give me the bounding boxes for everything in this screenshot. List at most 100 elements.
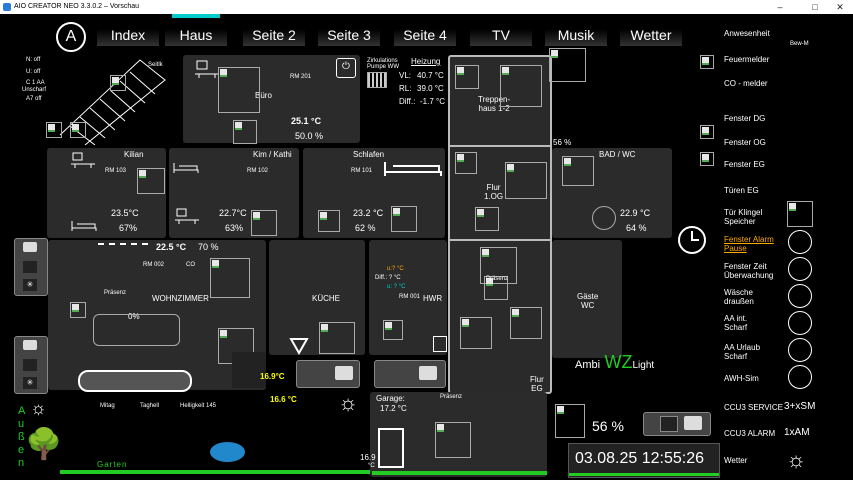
tab-wetter[interactable]: Wetter	[620, 18, 682, 46]
tab-seite-3[interactable]: Seite 3	[318, 18, 380, 46]
radiator-icon	[367, 72, 387, 88]
rl-value: 39.0 °C	[417, 84, 444, 93]
bad-temp: 22.9 °C	[620, 208, 651, 218]
sensor-a7: A7 off	[26, 96, 42, 102]
room-kim-kathi[interactable]: Kim / Kathi RM 102 22.7°C 63%	[169, 148, 299, 238]
ambi-wz: WZ	[604, 352, 633, 372]
kilian-name: Kilian	[124, 150, 144, 159]
heating-panel: Zirkulations Pumpe WW Heizung VL: 40.7 °…	[365, 55, 447, 145]
awh-sim-label: AWH-Sim	[724, 374, 759, 383]
garage-panel[interactable]: Garage: 17.2 °C Präsenz	[370, 392, 547, 477]
tab-musik[interactable]: Musik	[545, 18, 607, 46]
sensor-unscharf: Unscharf	[22, 87, 47, 93]
desk-icon	[195, 60, 219, 78]
kilian-hum: 67%	[119, 223, 138, 233]
sun-icon: ☼	[30, 398, 47, 418]
zeit-toggle[interactable]	[788, 257, 812, 281]
app-icon	[3, 3, 11, 11]
auto-mode-icon[interactable]: A	[56, 22, 86, 52]
door-icon	[378, 428, 404, 468]
schlafen-hum: 62 %	[355, 223, 376, 233]
taghell-label: Taghell	[140, 403, 160, 409]
maximize-button[interactable]: □	[805, 0, 825, 14]
pond-icon	[210, 442, 245, 462]
shutter-widget-lower[interactable]: ✳	[14, 336, 48, 394]
garage-t3: 16.9	[360, 453, 376, 462]
alarm-toggle[interactable]	[788, 230, 812, 254]
tab-haus[interactable]: Haus	[165, 18, 227, 46]
waesche-toggle[interactable]	[788, 284, 812, 308]
buero-hum: 50.0 %	[295, 131, 324, 141]
rl-label: RL:	[399, 84, 412, 93]
close-button[interactable]: ✕	[830, 0, 850, 14]
triangle-down-icon[interactable]	[289, 337, 309, 355]
room-kilian[interactable]: Kilian RM 103 23.5°C 67%	[47, 148, 166, 238]
power-icon[interactable]: ⏻	[336, 58, 356, 78]
percent-56-top: 56 %	[553, 138, 572, 147]
room-kueche[interactable]: KÜCHE	[269, 240, 365, 355]
tab-index[interactable]: Index	[97, 18, 159, 46]
aa-urlaub-toggle[interactable]	[788, 338, 812, 362]
table-icon	[78, 370, 192, 392]
mitag-label: Mitag	[100, 403, 115, 409]
ambi-light[interactable]: Ambi WZLight	[575, 352, 654, 374]
room-bad-wc[interactable]: BAD / WC 22.9 °C 64 %	[552, 148, 672, 238]
wohn-hum: 70 %	[198, 242, 219, 252]
ccu3-alarm-label: CCU3 ALARM	[724, 429, 776, 438]
flurEG-name: Flur EG	[530, 375, 544, 393]
sensor-u: U: off	[26, 69, 41, 75]
garage-temp: 17.2 °C	[380, 404, 407, 413]
stairs-label: Seitlk	[148, 62, 163, 68]
minimize-button[interactable]: –	[770, 0, 790, 14]
room-buero[interactable]: RM 201 Büro 25.1 °C 50.0 % ⏻	[183, 55, 360, 144]
tree-icon: 🌳	[25, 428, 63, 461]
kim-hum: 63%	[225, 223, 244, 233]
aa-urlaub-label: AA Urlaub Scharf	[724, 343, 761, 361]
garage-bar	[372, 471, 547, 475]
room-hwr[interactable]: u:? °C Diff.: ? °C u: ? °C RM 001 HWR	[369, 240, 447, 355]
bew-label: Bew-M	[790, 41, 809, 47]
fenster-dg-label: Fenster DG	[724, 114, 766, 123]
awh-toggle[interactable]	[788, 365, 812, 389]
fenster-og-label: Fenster OG	[724, 138, 766, 147]
shutter-widget-upper[interactable]: ✳	[14, 238, 48, 296]
helligkeit-label: Helligkeit 145	[180, 403, 217, 409]
bottom-shutter[interactable]	[643, 412, 711, 436]
fenster-eg-label: Fenster EG	[724, 160, 765, 169]
aa-int-label: AA int. Scharf	[724, 314, 748, 332]
fenster-alarm-link[interactable]: Fenster Alarm Pause	[724, 235, 774, 253]
clock-icon[interactable]	[676, 225, 708, 255]
stairwell-panel[interactable]: Treppen- haus 1-2 Flur 1.OG Flur EG	[448, 55, 552, 394]
tab-seite-4[interactable]: Seite 4	[394, 18, 456, 46]
buero-temp: 25.1 °C	[291, 116, 322, 126]
toilet-icon	[592, 206, 616, 230]
tab-seite-2[interactable]: Seite 2	[243, 18, 305, 46]
heating-sub2: Pumpe WW	[367, 64, 400, 70]
light-strip-icon	[98, 243, 148, 247]
garage-presence: Präsenz	[440, 394, 463, 400]
garage-t3u: °C	[368, 463, 375, 469]
room-gaeste-wc[interactable]: Gäste WC	[552, 240, 622, 358]
ambi-light-text: Light	[632, 360, 655, 371]
wohn-temp: 22.5 °C	[156, 242, 187, 252]
room-schlafen[interactable]: Schlafen RM 101 23.2 °C 62 %	[303, 148, 445, 238]
kueche-shutter[interactable]	[296, 360, 360, 388]
heating-title: Heizung	[411, 57, 441, 66]
diff-value: -1.7 °C	[420, 97, 445, 106]
schlafen-room: RM 101	[351, 168, 373, 174]
ccu3-alarm-value: 1xAM	[784, 427, 810, 438]
diff-label: Diff.:	[399, 97, 416, 106]
kueche-name: KÜCHE	[312, 294, 341, 303]
tab-tv[interactable]: TV	[470, 18, 532, 46]
kim-temp: 22.7°C	[219, 208, 247, 218]
aa-int-toggle[interactable]	[788, 311, 812, 335]
hwr-l2: Diff.: ? °C	[375, 275, 401, 281]
window-title: AIO CREATOR NEO 3.3.0.2 – Vorschau	[14, 3, 140, 10]
garage-label: Garage:	[376, 394, 405, 403]
weather-sun-icon[interactable]: ☼	[786, 447, 806, 473]
hwr-shutter[interactable]	[374, 360, 446, 388]
kim-name: Kim / Kathi	[253, 150, 292, 159]
schlafen-temp: 23.2 °C	[353, 208, 384, 218]
wohn-presence: Präsenz	[104, 290, 127, 296]
wohn-name: WOHNZIMMER	[152, 294, 209, 303]
